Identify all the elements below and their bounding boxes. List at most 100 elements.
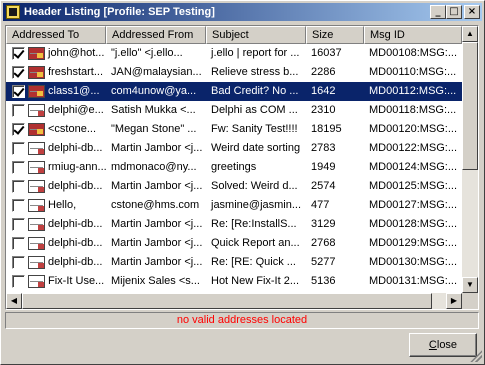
minimize-button[interactable]: _	[430, 5, 446, 19]
cell-size: 16037	[311, 47, 342, 59]
cell-addressed-to: <cstone...	[6, 120, 106, 139]
cell-size: 2783	[311, 142, 336, 154]
mail-plain-icon	[28, 142, 45, 155]
table-row[interactable]: delphi-db... Martin Jambor <j... Weird dat…	[6, 139, 462, 158]
row-checkbox[interactable]	[12, 47, 25, 60]
scroll-right-icon[interactable]: ▶	[446, 293, 462, 309]
mail-plain-icon	[28, 104, 45, 117]
cell-addressed-from: cstone@hms.com	[111, 199, 200, 211]
column-header-size[interactable]: Size	[306, 26, 364, 44]
mail-plain-icon	[28, 275, 45, 288]
cell-addressed-to: rmiug-ann...	[6, 158, 106, 177]
close-window-button[interactable]: ×	[464, 5, 480, 19]
table-row[interactable]: delphi-db... Martin Jambor <j... Re: [Re:I…	[6, 215, 462, 234]
column-header-msg-id[interactable]: Msg ID	[364, 26, 462, 44]
cell-size: 18195	[311, 123, 342, 135]
addressed-to-text: delphi-db...	[48, 256, 103, 268]
title-buttons: _ □ ×	[430, 5, 480, 19]
addressed-to-text: delphi-db...	[48, 180, 103, 192]
addressed-to-text: delphi@e...	[48, 104, 104, 116]
row-checkbox[interactable]	[12, 199, 25, 212]
cell-subject: Fw: Sanity Test!!!!	[211, 123, 298, 135]
close-button-label: lose	[436, 339, 458, 351]
column-header-subject[interactable]: Subject	[206, 26, 306, 44]
scroll-up-icon[interactable]: ▲	[462, 26, 478, 42]
cell-size: 2286	[311, 66, 336, 78]
cell-addressed-to: Hello,	[6, 196, 106, 215]
header-list[interactable]: Addressed To Addressed From Subject Size…	[5, 25, 479, 310]
cell-subject: Delphi as COM ...	[211, 104, 298, 116]
cell-addressed-to: Fix-It Use...	[6, 272, 106, 291]
header-listing-window: Header Listing [Profile: SEP Testing] _ …	[0, 0, 485, 365]
table-row[interactable]: freshstart... JAN@malaysian... Relieve str…	[6, 63, 462, 82]
table-row[interactable]: delphi-db... Martin Jambor <j... Solved: W…	[6, 177, 462, 196]
mail-plain-icon	[28, 180, 45, 193]
horizontal-scrollbar[interactable]: ◀ ▶	[6, 293, 462, 309]
scroll-down-icon[interactable]: ▼	[462, 277, 478, 293]
addressed-to-text: delphi-db...	[48, 218, 103, 230]
table-row[interactable]: Hello, cstone@hms.com jasmine@jasmin... 477…	[6, 196, 462, 215]
cell-subject: greetings	[211, 161, 257, 173]
cell-size: 1949	[311, 161, 336, 173]
mail-red-icon	[28, 123, 45, 136]
cell-addressed-from: "Megan Stone" ...	[111, 123, 197, 135]
app-icon[interactable]	[6, 5, 20, 19]
scroll-left-icon[interactable]: ◀	[6, 293, 22, 309]
cell-subject: Relieve stress b...	[211, 66, 299, 78]
cell-size: 2574	[311, 180, 336, 192]
cell-addressed-to: delphi-db...	[6, 215, 106, 234]
row-checkbox[interactable]	[12, 142, 25, 155]
column-header-addressed-to[interactable]: Addressed To	[6, 26, 106, 44]
addressed-to-text: delphi-db...	[48, 142, 103, 154]
title-bar[interactable]: Header Listing [Profile: SEP Testing] _ …	[3, 3, 482, 21]
row-checkbox[interactable]	[12, 218, 25, 231]
cell-subject: Weird date sorting	[211, 142, 301, 154]
close-button[interactable]: Close	[409, 333, 477, 357]
cell-msg-id: MD00122:MSG:...	[369, 142, 458, 154]
horizontal-scroll-thumb[interactable]	[22, 293, 432, 309]
mail-red-icon	[28, 47, 45, 60]
maximize-button[interactable]: □	[446, 5, 462, 19]
cell-msg-id: MD00129:MSG:...	[369, 237, 458, 249]
table-row[interactable]: delphi@e... Satish Mukka <... Delphi as CO…	[6, 101, 462, 120]
table-row[interactable]: class1@... com4unow@ya... Bad Credit? No .…	[6, 82, 462, 101]
window-title: Header Listing [Profile: SEP Testing]	[24, 6, 215, 18]
row-checkbox[interactable]	[12, 123, 25, 136]
cell-subject: Re: [RE: Quick ...	[211, 256, 296, 268]
row-checkbox[interactable]	[12, 85, 25, 98]
row-checkbox[interactable]	[12, 256, 25, 269]
table-row[interactable]: delphi-db... Martin Jambor <j... Re: [RE: …	[6, 253, 462, 272]
cell-msg-id: MD00108:MSG:...	[369, 47, 458, 59]
mail-plain-icon	[28, 256, 45, 269]
cell-msg-id: MD00112:MSG:...	[364, 82, 462, 101]
vertical-scrollbar[interactable]: ▲ ▼	[462, 26, 478, 293]
cell-subject: Re: [Re:InstallS...	[211, 218, 297, 230]
cell-msg-id: MD00120:MSG:...	[369, 123, 458, 135]
addressed-to-text: Fix-It Use...	[48, 275, 105, 287]
row-checkbox[interactable]	[12, 275, 25, 288]
table-row[interactable]: rmiug-ann... mdmonaco@ny... greetings 1949 M…	[6, 158, 462, 177]
table-row[interactable]: <cstone... "Megan Stone" ... Fw: Sanity Te…	[6, 120, 462, 139]
cell-size: 2768	[311, 237, 336, 249]
resize-grip-icon[interactable]	[470, 350, 482, 362]
cell-addressed-to: delphi-db...	[6, 253, 106, 272]
row-checkbox[interactable]	[12, 237, 25, 250]
mail-plain-icon	[28, 237, 45, 250]
table-row[interactable]: Fix-It Use... Mijenix Sales <s... Hot New …	[6, 272, 462, 291]
table-row[interactable]: john@hot... "j.ello" <j.ello... j.ello | r…	[6, 44, 462, 63]
status-message: no valid addresses located	[5, 312, 479, 329]
row-checkbox[interactable]	[12, 66, 25, 79]
cell-msg-id: MD00128:MSG:...	[369, 218, 458, 230]
cell-addressed-from: JAN@malaysian...	[111, 66, 202, 78]
vertical-scroll-thumb[interactable]	[462, 42, 478, 170]
row-checkbox[interactable]	[12, 161, 25, 174]
column-header-addressed-from[interactable]: Addressed From	[106, 26, 206, 44]
addressed-to-text: freshstart...	[48, 66, 104, 78]
cell-addressed-to: john@hot...	[6, 44, 106, 63]
table-row[interactable]: delphi-db... Martin Jambor <j... Quick Rep…	[6, 234, 462, 253]
row-checkbox[interactable]	[12, 180, 25, 193]
row-checkbox[interactable]	[12, 104, 25, 117]
cell-addressed-from: Mijenix Sales <s...	[111, 275, 200, 287]
cell-addressed-from: Martin Jambor <j...	[111, 142, 203, 154]
cell-addressed-to: freshstart...	[6, 63, 106, 82]
